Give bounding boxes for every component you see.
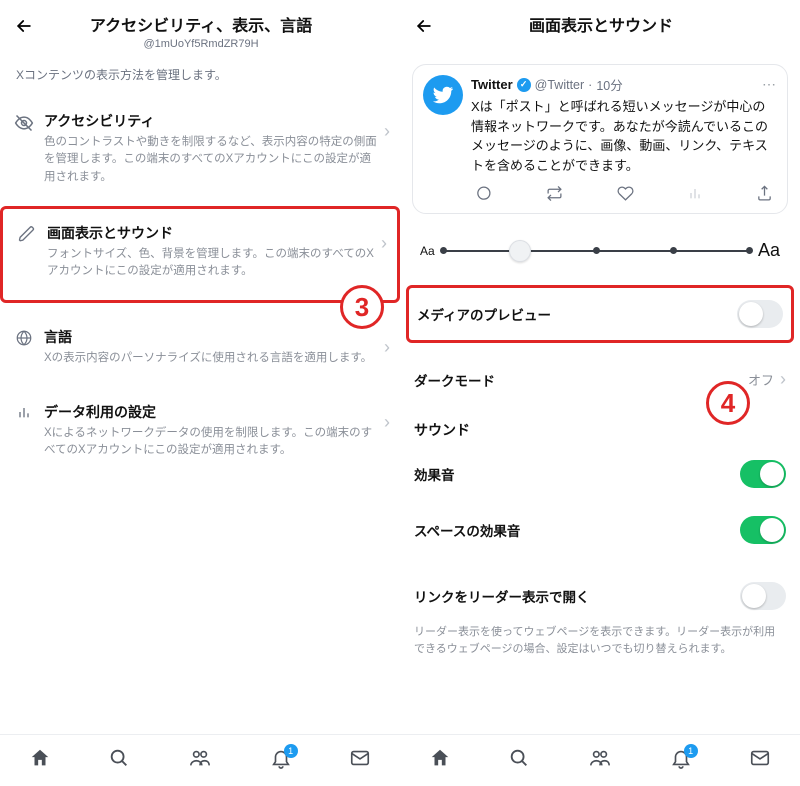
nav-messages[interactable]: [349, 747, 371, 775]
dot: ·: [588, 78, 592, 92]
nav-notifications[interactable]: 1: [270, 747, 292, 775]
tweet-author: Twitter: [471, 77, 513, 92]
tweet-text: Xは「ポスト」と呼ばれる短いメッセージが中心の情報ネットワークです。あなたが今読…: [471, 97, 777, 175]
dark-mode-value: オフ: [748, 370, 774, 389]
row-accessibility[interactable]: アクセシビリティ 色のコントラストや動きを制限するなど、表示内容の特定の側面を管…: [0, 97, 400, 206]
eye-off-icon: [10, 111, 38, 133]
notification-badge: 1: [284, 744, 298, 758]
row-title: 言語: [44, 327, 382, 347]
retweet-icon[interactable]: [545, 185, 564, 207]
section-caption: Xコンテンツの表示方法を管理します。: [0, 56, 400, 97]
nav-home[interactable]: [29, 747, 51, 775]
reader-label: リンクをリーダー表示で開く: [414, 586, 740, 606]
chevron-right-icon: ›: [381, 223, 387, 254]
nav-search[interactable]: [508, 747, 530, 775]
row-reader-mode[interactable]: リンクをリーダー表示で開く: [400, 568, 800, 624]
row-title: データ利用の設定: [44, 402, 382, 422]
chevron-right-icon: ›: [780, 369, 786, 390]
slider-track[interactable]: [443, 250, 750, 252]
step-badge-3: 3: [340, 285, 384, 329]
bars-icon: [10, 402, 38, 420]
reader-note: リーダー表示を使ってウェブページを表示できます。リーダー表示が利用できるウェブペ…: [400, 624, 800, 667]
chevron-right-icon: ›: [384, 111, 390, 142]
sound-effects-toggle[interactable]: [740, 460, 786, 488]
nav-communities[interactable]: [588, 747, 612, 775]
left-header: アクセシビリティ、表示、言語 @1mUoYf5RmdZR79H: [0, 0, 400, 56]
step-badge-4: 4: [706, 381, 750, 425]
account-handle: @1mUoYf5RmdZR79H: [40, 38, 362, 50]
pencil-icon: [13, 223, 41, 243]
tweet-preview: Twitter @Twitter · 10分 ⋯ Xは「ポスト」と呼ばれる短いメ…: [412, 64, 788, 214]
reply-icon[interactable]: [475, 185, 492, 207]
more-icon[interactable]: ⋯: [762, 76, 777, 93]
twitter-avatar-icon: [423, 75, 463, 115]
row-title: アクセシビリティ: [44, 111, 382, 131]
row-desc: Xの表示内容のパーソナライズに使用される言語を適用します。: [44, 350, 382, 367]
spaces-effects-label: スペースの効果音: [414, 520, 740, 540]
row-desc: 色のコントラストや動きを制限するなど、表示内容の特定の側面を管理します。この端末…: [44, 134, 382, 186]
row-language[interactable]: 言語 Xの表示内容のパーソナライズに使用される言語を適用します。 ›: [0, 303, 400, 387]
step-badge-label: 4: [721, 388, 735, 419]
row-spaces-effects[interactable]: スペースの効果音: [400, 502, 800, 558]
row-sound-effects[interactable]: 効果音: [400, 446, 800, 502]
tweet-time: 10分: [596, 75, 622, 94]
bottom-nav: 1: [400, 734, 800, 786]
row-display-sound[interactable]: 画面表示とサウンド フォントサイズ、色、背景を管理します。この端末のすべてのXア…: [0, 206, 400, 304]
dark-mode-label: ダークモード: [414, 370, 748, 390]
font-size-slider[interactable]: Aa Aa: [400, 228, 800, 285]
reader-toggle[interactable]: [740, 582, 786, 610]
nav-notifications[interactable]: 1: [670, 747, 692, 775]
right-header: 画面表示とサウンド: [400, 0, 800, 46]
slider-thumb[interactable]: [509, 240, 531, 262]
slider-min-label: Aa: [420, 244, 435, 258]
media-preview-toggle[interactable]: [737, 300, 783, 328]
spaces-effects-toggle[interactable]: [740, 516, 786, 544]
like-icon[interactable]: [617, 185, 634, 207]
views-icon: [687, 185, 703, 207]
back-button[interactable]: [10, 12, 40, 40]
page-title: 画面表示とサウンド: [440, 12, 762, 36]
verified-icon: [517, 78, 531, 92]
right-pane: 画面表示とサウンド Twitter @Twitter · 10分 ⋯ Xは「ポス…: [400, 0, 800, 786]
row-media-preview[interactable]: メディアのプレビュー: [406, 285, 794, 343]
share-icon[interactable]: [756, 185, 773, 207]
slider-max-label: Aa: [758, 240, 780, 261]
bottom-nav: 1: [0, 734, 400, 786]
row-desc: フォントサイズ、色、背景を管理します。この端末のすべてのXアカウントにこの設定が…: [47, 246, 379, 281]
nav-communities[interactable]: [188, 747, 212, 775]
left-pane: アクセシビリティ、表示、言語 @1mUoYf5RmdZR79H Xコンテンツの表…: [0, 0, 400, 786]
chevron-right-icon: ›: [384, 327, 390, 358]
media-preview-label: メディアのプレビュー: [417, 304, 737, 324]
tweet-handle: @Twitter: [535, 78, 585, 92]
row-desc: Xによるネットワークデータの使用を制限します。この端末のすべてのXアカウントにこ…: [44, 425, 382, 460]
chevron-right-icon: ›: [384, 402, 390, 433]
globe-icon: [10, 327, 38, 347]
back-button[interactable]: [410, 12, 440, 40]
nav-home[interactable]: [429, 747, 451, 775]
page-title: アクセシビリティ、表示、言語: [40, 12, 362, 36]
sound-effects-label: 効果音: [414, 464, 740, 484]
step-badge-label: 3: [355, 292, 369, 323]
row-data-usage[interactable]: データ利用の設定 Xによるネットワークデータの使用を制限します。この端末のすべて…: [0, 388, 400, 480]
notification-badge: 1: [684, 744, 698, 758]
row-title: 画面表示とサウンド: [47, 223, 379, 243]
nav-search[interactable]: [108, 747, 130, 775]
nav-messages[interactable]: [749, 747, 771, 775]
